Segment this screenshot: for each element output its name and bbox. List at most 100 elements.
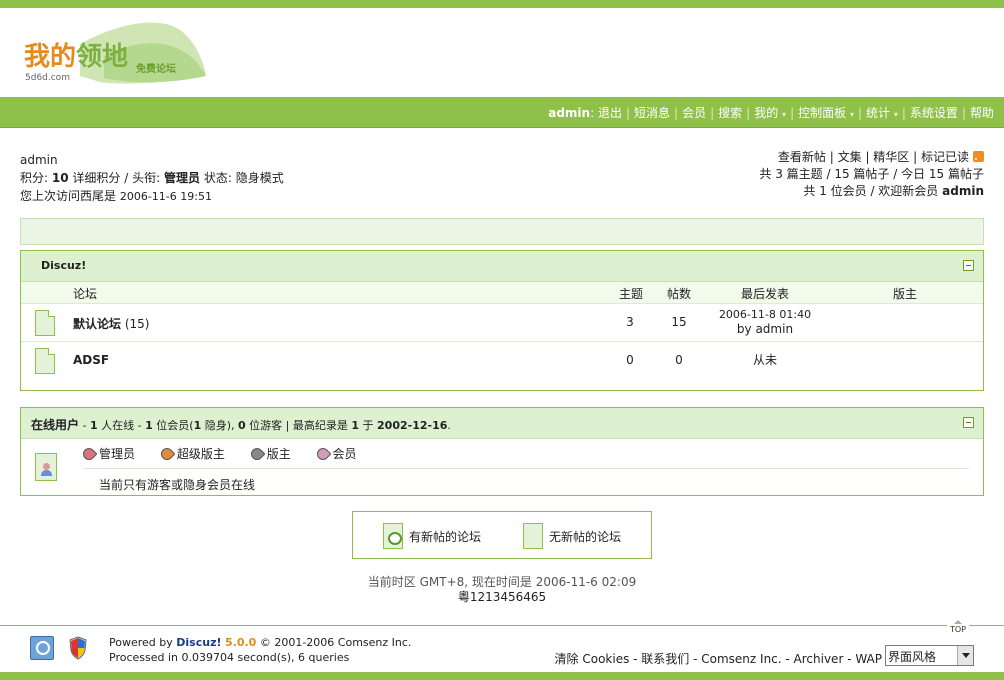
link-digest[interactable]: 精华区 [873, 150, 909, 164]
announcement-bar [20, 218, 984, 245]
new-member-link[interactable]: admin [942, 184, 984, 198]
user-points-line: 积分: 10 详细积分 / 头衔: 管理员 状态: 隐身模式 [20, 169, 284, 187]
online-guests: 0 [238, 419, 246, 432]
icp-code[interactable]: 粵1213456465 [0, 590, 1004, 605]
version: 5.0.0 [225, 636, 257, 649]
powered-by: Powered by Discuz! 5.0.0 © 2001-2006 Com… [109, 635, 411, 665]
style-select-value: 界面风格 [888, 650, 937, 664]
nav-settings[interactable]: 系统设置 [910, 106, 958, 120]
collapse-icon[interactable] [963, 260, 974, 271]
title-label: / 头衔: [124, 171, 161, 185]
col-last-post: 最后发表 [741, 287, 790, 301]
online-text-part: 位游客 | 最高纪录是 [245, 419, 352, 432]
site-logo[interactable]: 我的领地 免费论坛 5d6d.com [20, 16, 210, 88]
link-collections[interactable]: 文集 [838, 150, 862, 164]
legend-admin: 管理员 [80, 445, 135, 463]
online-users-box: 在线用户 - 1 人在线 - 1 位会员(1 隐身), 0 位游客 | 最高纪录… [20, 407, 984, 496]
status-label: 状态: [203, 171, 232, 185]
last-visit-line: 您上次访问西尾是 2006-11-6 19:51 [20, 187, 284, 206]
member-stats-text: 共 1 位会员 / 欢迎新会员 [803, 184, 939, 198]
last-post-time[interactable]: 2006-11-8 01:40 [705, 308, 825, 322]
points-label: 积分: [20, 171, 49, 185]
mod-leaf-icon [248, 445, 266, 463]
forum-icon-legend: 有新帖的论坛 无新帖的论坛 [352, 511, 652, 559]
legend-member: 会员 [314, 445, 357, 463]
last-visit-label: 您上次访问西尾是 [20, 189, 117, 203]
forum-table-header: 论坛 主题 帖数 最后发表 版主 [21, 282, 983, 304]
col-moderator: 版主 [893, 287, 918, 301]
forum-last-post-never: 从未 [752, 353, 777, 367]
online-summary: 在线用户 - 1 人在线 - 1 位会员(1 隐身), 0 位游客 | 最高纪录… [31, 416, 451, 433]
online-text-part: 位会员( [152, 419, 194, 432]
forum-stats-panel: 查看新帖 | 文集 | 精华区 | 标记已读 共 3 篇主题 / 15 篇帖子 … [759, 149, 984, 200]
shield-icon[interactable] [68, 636, 88, 660]
footer-info: 当前时区 GMT+8, 现在时间是 2006-11-6 02:09 粵12134… [0, 575, 1004, 605]
legend-label: 超级版主 [176, 447, 225, 461]
nav-members[interactable]: 会员 [682, 106, 706, 120]
nav-help[interactable]: 帮助 [970, 106, 994, 120]
points-detail-link[interactable]: 详细积分 [72, 171, 120, 185]
last-post-author[interactable]: by admin [705, 322, 825, 336]
online-text-part: 隐身), [201, 419, 238, 432]
col-forum: 论坛 [73, 287, 98, 301]
online-text-part: 人在线 - [97, 419, 146, 432]
copyright[interactable]: © 2001-2006 Comsenz Inc. [260, 636, 412, 649]
nav-search[interactable]: 搜索 [718, 106, 742, 120]
legend-label: 会员 [332, 447, 357, 461]
online-title[interactable]: 在线用户 [31, 418, 79, 432]
discuz-link[interactable]: Discuz! [176, 636, 221, 649]
online-body: 管理员 超级版主 版主 会员 当前只有游客或隐身会员在线 [21, 439, 983, 495]
logo-text: 我的领地 [24, 42, 129, 72]
member-stats: 共 1 位会员 / 欢迎新会员 admin [759, 183, 984, 200]
bottom-accent-bar [0, 672, 1004, 680]
nav-my[interactable]: 我的 [754, 106, 778, 120]
top-label: TOP [949, 625, 966, 634]
forum-row: 默认论坛 (15) 3 15 2006-11-8 01:40 by admin [21, 304, 983, 342]
forum-name-link[interactable]: 默认论坛 [73, 317, 121, 331]
online-record: 1 [351, 419, 360, 432]
nav-stats[interactable]: 统计 [866, 106, 890, 120]
online-count: 1 [89, 419, 98, 432]
no-new-posts-forum-icon [523, 523, 543, 549]
legend-mod: 版主 [248, 445, 291, 463]
last-visit-time: 2006-11-6 19:51 [119, 190, 212, 203]
link-new-posts[interactable]: 查看新帖 [778, 150, 826, 164]
style-select[interactable]: 界面风格 [885, 645, 974, 666]
nav-messages[interactable]: 短消息 [634, 106, 670, 120]
super-mod-leaf-icon [158, 445, 176, 463]
online-record-date: 2002-12-16 [377, 419, 448, 432]
nav-control-panel[interactable]: 控制面板 [798, 106, 846, 120]
timezone-line: 当前时区 GMT+8, 现在时间是 2006-11-6 02:09 [367, 575, 637, 589]
nav-username[interactable]: admin [548, 106, 590, 120]
main-navbar: admin: 退出 | 短消息 | 会员 | 搜索 | 我的 ▾ | 控制面板 ▾ | 统计 ▾ | 系统设… [0, 97, 1004, 128]
header: 我的领地 免费论坛 5d6d.com [0, 8, 1004, 97]
forum-row: ADSF 0 0 从未 [21, 342, 983, 380]
new-posts-forum-icon [383, 523, 403, 549]
chevron-down-icon[interactable] [957, 646, 973, 665]
category-title[interactable]: Discuz! [41, 259, 86, 272]
online-message: 当前只有游客或隐身会员在线 [99, 478, 256, 492]
rss-icon[interactable] [973, 151, 984, 162]
top-accent-bar [0, 0, 1004, 8]
forum-topics: 0 [626, 353, 634, 367]
forum-name-link[interactable]: ADSF [73, 353, 109, 367]
footer-links[interactable]: 清除 Cookies - 联系我们 - Comsenz Inc. - Archi… [555, 650, 882, 667]
online-text-part: . [447, 419, 451, 432]
forum-no-new-icon [35, 310, 55, 336]
online-text-part: - [82, 419, 90, 432]
divider [83, 468, 969, 469]
nav-links: admin: 退出 | 短消息 | 会员 | 搜索 | 我的 ▾ | 控制面板 ▾ | 统计 ▾ | 系统设… [548, 106, 994, 120]
forum-category-box: Discuz! 论坛 主题 帖数 最后发表 版主 默认论坛 (15) 3 15 … [20, 250, 984, 391]
help-icon[interactable] [30, 636, 54, 660]
points-value: 10 [51, 171, 69, 185]
footer-divider [0, 625, 1004, 626]
status-toggle-link[interactable]: 隐身模式 [236, 171, 284, 185]
collapse-icon[interactable] [963, 417, 974, 428]
link-mark-read[interactable]: 标记已读 [921, 150, 969, 164]
back-to-top-link[interactable]: TOP [947, 620, 969, 634]
user-info-panel: admin 积分: 10 详细积分 / 头衔: 管理员 状态: 隐身模式 您上次… [20, 151, 284, 206]
logo-tagline: 免费论坛 [136, 64, 176, 75]
forum-topics: 3 [626, 315, 634, 329]
forum-name-cell: ADSF [73, 353, 109, 367]
nav-logout[interactable]: 退出 [598, 106, 622, 120]
